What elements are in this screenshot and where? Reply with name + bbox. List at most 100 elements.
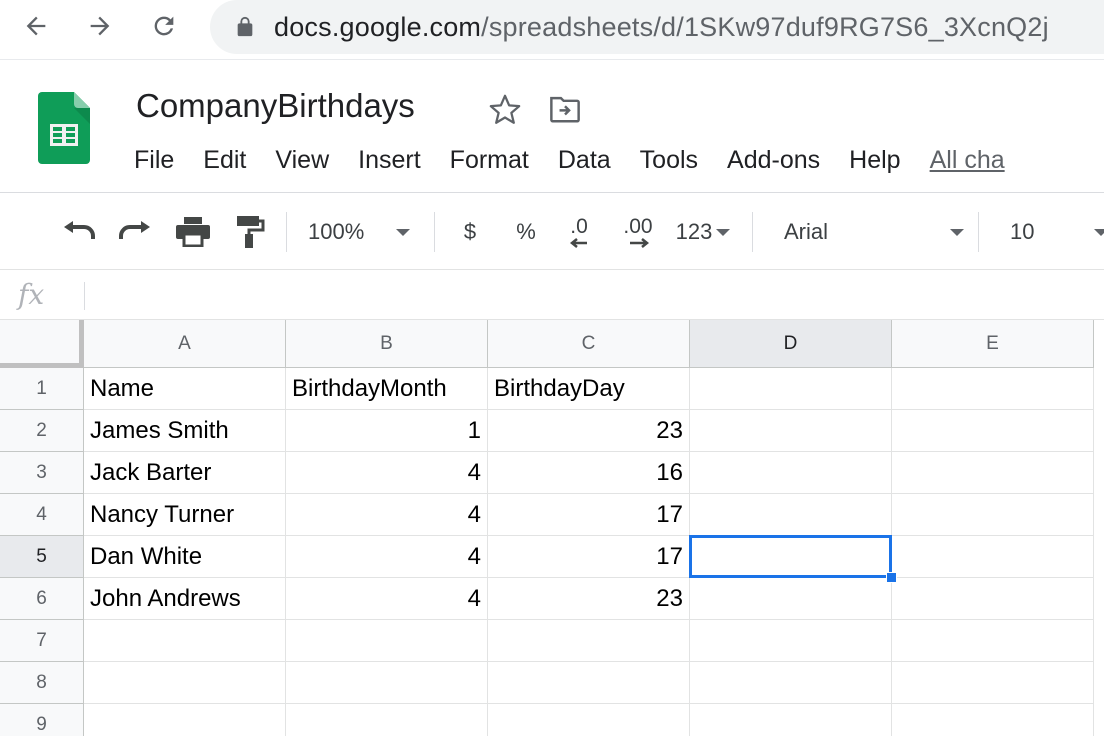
all-changes-saved-link[interactable]: All cha xyxy=(930,144,1005,180)
cell-d7[interactable] xyxy=(690,620,892,662)
zoom-select[interactable]: 100% xyxy=(308,194,420,270)
cell-a5[interactable]: Dan White xyxy=(84,536,286,578)
column-header-e[interactable]: E xyxy=(892,320,1094,368)
menu-file[interactable]: File xyxy=(134,144,174,180)
cell-c3[interactable]: 16 xyxy=(488,452,690,494)
toolbar: 100% $ % .0 .00 123 Arial 10 xyxy=(0,194,1104,270)
cell-e7[interactable] xyxy=(892,620,1094,662)
cell-b9[interactable] xyxy=(286,704,488,736)
formula-bar-separator xyxy=(84,282,85,310)
paint-format-button[interactable] xyxy=(230,194,270,270)
row-header-8[interactable]: 8 xyxy=(0,662,84,704)
cell-a3[interactable]: Jack Barter xyxy=(84,452,286,494)
cell-c5[interactable]: 17 xyxy=(488,536,690,578)
more-formats-button[interactable]: 123 xyxy=(670,194,736,270)
row-header-2[interactable]: 2 xyxy=(0,410,84,452)
cell-e5[interactable] xyxy=(892,536,1094,578)
row-header-3[interactable]: 3 xyxy=(0,452,84,494)
cell-e1[interactable] xyxy=(892,368,1094,410)
cell-d1[interactable] xyxy=(690,368,892,410)
reload-button[interactable] xyxy=(148,10,180,42)
document-title[interactable]: CompanyBirthdays xyxy=(136,87,415,125)
menu-help[interactable]: Help xyxy=(849,144,900,180)
decrease-decimals-button[interactable]: .0 xyxy=(558,194,600,270)
forward-button[interactable] xyxy=(84,10,116,42)
cell-e3[interactable] xyxy=(892,452,1094,494)
google-sheets-logo-icon[interactable] xyxy=(38,92,90,164)
cell-b3[interactable]: 4 xyxy=(286,452,488,494)
cell-c9[interactable] xyxy=(488,704,690,736)
cell-e4[interactable] xyxy=(892,494,1094,536)
undo-button[interactable] xyxy=(58,194,100,270)
right-arrow-icon xyxy=(630,238,650,248)
row-header-7[interactable]: 7 xyxy=(0,620,84,662)
cell-b4[interactable]: 4 xyxy=(286,494,488,536)
cell-c2[interactable]: 23 xyxy=(488,410,690,452)
menu-data[interactable]: Data xyxy=(558,144,611,180)
toolbar-separator xyxy=(286,212,287,252)
cell-c7[interactable] xyxy=(488,620,690,662)
percent-label: % xyxy=(516,219,536,244)
cell-a4[interactable]: Nancy Turner xyxy=(84,494,286,536)
row-header-4[interactable]: 4 xyxy=(0,494,84,536)
formula-input[interactable] xyxy=(96,278,1096,312)
cell-a8[interactable] xyxy=(84,662,286,704)
column-header-d[interactable]: D xyxy=(690,320,892,368)
row-header-9[interactable]: 9 xyxy=(0,704,84,736)
currency-format-button[interactable]: $ xyxy=(452,194,488,270)
row-header-6[interactable]: 6 xyxy=(0,578,84,620)
cell-d5[interactable] xyxy=(690,536,892,578)
cell-b8[interactable] xyxy=(286,662,488,704)
cell-b1[interactable]: BirthdayMonth xyxy=(286,368,488,410)
menu-tools[interactable]: Tools xyxy=(640,144,698,180)
font-family-select[interactable]: Arial xyxy=(784,194,964,270)
move-to-folder-icon[interactable] xyxy=(548,94,582,124)
cell-d9[interactable] xyxy=(690,704,892,736)
column-header-a[interactable]: A xyxy=(84,320,286,368)
cell-c8[interactable] xyxy=(488,662,690,704)
cell-c1[interactable]: BirthdayDay xyxy=(488,368,690,410)
menu-view[interactable]: View xyxy=(275,144,329,180)
row-header-1[interactable]: 1 xyxy=(0,368,84,410)
column-header-b[interactable]: B xyxy=(286,320,488,368)
increase-decimals-button[interactable]: .00 xyxy=(614,194,662,270)
print-button[interactable] xyxy=(172,194,214,270)
redo-button[interactable] xyxy=(114,194,156,270)
menu-insert[interactable]: Insert xyxy=(358,144,421,180)
cell-e6[interactable] xyxy=(892,578,1094,620)
cell-c4[interactable]: 17 xyxy=(488,494,690,536)
cell-d8[interactable] xyxy=(690,662,892,704)
fill-handle[interactable] xyxy=(886,572,897,583)
cell-d2[interactable] xyxy=(690,410,892,452)
star-icon[interactable] xyxy=(488,93,522,127)
reload-icon xyxy=(154,16,174,36)
cell-b2[interactable]: 1 xyxy=(286,410,488,452)
cell-e2[interactable] xyxy=(892,410,1094,452)
select-all-corner[interactable] xyxy=(0,320,84,368)
cell-b5[interactable]: 4 xyxy=(286,536,488,578)
percent-format-button[interactable]: % xyxy=(508,194,544,270)
cell-b6[interactable]: 4 xyxy=(286,578,488,620)
cell-a1[interactable]: Name xyxy=(84,368,286,410)
cell-a7[interactable] xyxy=(84,620,286,662)
cell-a9[interactable] xyxy=(84,704,286,736)
cell-d6[interactable] xyxy=(690,578,892,620)
back-button[interactable] xyxy=(20,10,52,42)
cell-d3[interactable] xyxy=(690,452,892,494)
menu-edit[interactable]: Edit xyxy=(203,144,246,180)
cell-e9[interactable] xyxy=(892,704,1094,736)
cell-b7[interactable] xyxy=(286,620,488,662)
undo-icon xyxy=(64,221,95,239)
cell-a2[interactable]: James Smith xyxy=(84,410,286,452)
menu-add-ons[interactable]: Add-ons xyxy=(727,144,820,180)
cell-a6[interactable]: John Andrews xyxy=(84,578,286,620)
column-header-c[interactable]: C xyxy=(488,320,690,368)
cell-e8[interactable] xyxy=(892,662,1094,704)
cell-d4[interactable] xyxy=(690,494,892,536)
address-bar[interactable]: docs.google.com/spreadsheets/d/1SKw97duf… xyxy=(210,0,1104,54)
docs-header: CompanyBirthdays File Edit View Insert F… xyxy=(0,60,1104,193)
row-header-5[interactable]: 5 xyxy=(0,536,84,578)
cell-c6[interactable]: 23 xyxy=(488,578,690,620)
menu-format[interactable]: Format xyxy=(450,144,529,180)
font-size-select[interactable]: 10 xyxy=(1010,194,1104,270)
